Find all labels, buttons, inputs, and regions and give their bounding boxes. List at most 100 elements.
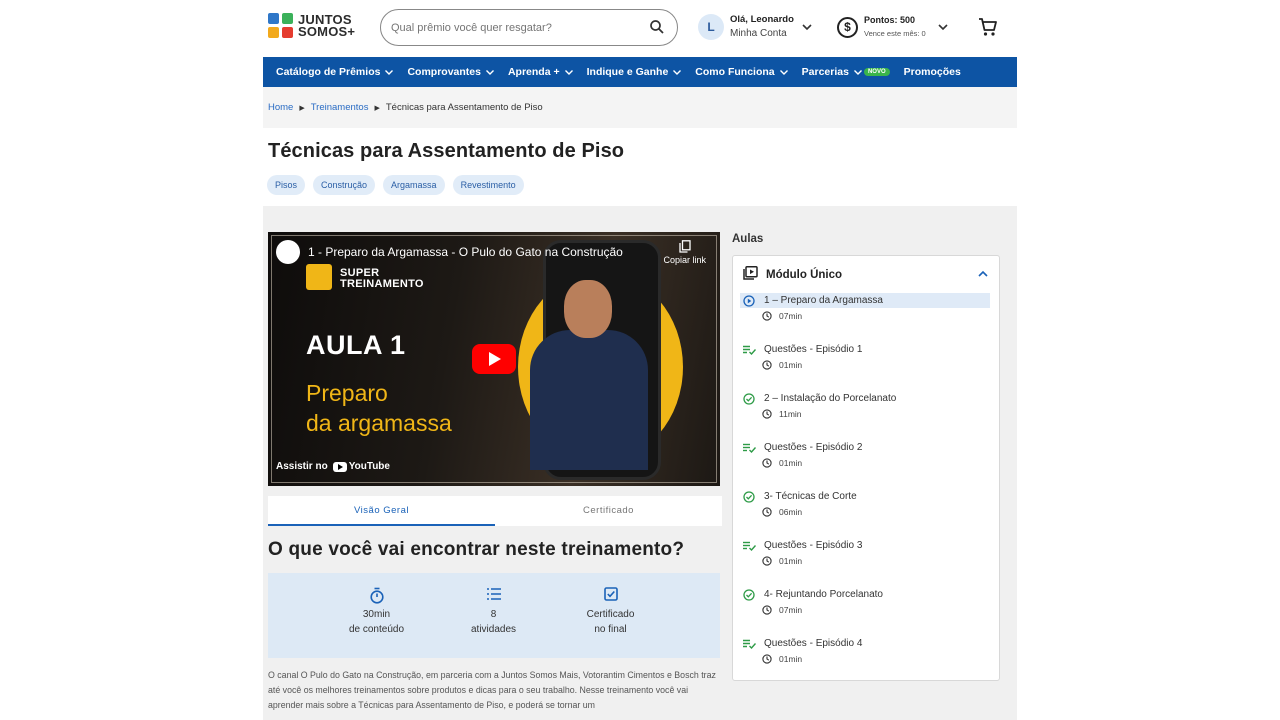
points-expiry: Vence este mês: 0 [864, 29, 926, 38]
stat-activities: 8 atividades [435, 573, 552, 658]
tag-pisos[interactable]: Pisos [267, 175, 306, 195]
play-circle-icon [743, 294, 757, 307]
lesson-title: Questões - Episódio 4 [764, 638, 863, 649]
nav-item-comprovantes[interactable]: Comprovantes [407, 66, 494, 78]
lesson-duration-row: 07min [740, 311, 990, 321]
stat-duration-value: 30min [362, 609, 391, 620]
logo-text: JUNTOS SOMOS+ [298, 13, 355, 38]
video-title[interactable]: 1 - Preparo da Argamassa - O Pulo do Gat… [308, 245, 623, 259]
coin-icon: $ [837, 16, 858, 38]
stopwatch-icon [318, 587, 435, 605]
points-label: Pontos: 500 [864, 15, 916, 25]
play-button-icon[interactable] [472, 344, 516, 374]
clock-icon [762, 409, 772, 419]
user-menu[interactable]: L Olá, Leonardo Minha Conta [698, 13, 812, 41]
chevron-up-icon[interactable] [978, 268, 988, 280]
cart-icon[interactable] [978, 17, 998, 42]
lesson-duration-row: 06min [740, 507, 990, 517]
tag-revestimento[interactable]: Revestimento [452, 175, 524, 195]
lesson-duration: 01min [779, 360, 803, 370]
lesson-duration: 07min [779, 605, 803, 615]
lesson-duration-row: 11min [740, 409, 990, 419]
greeting: Olá, Leonardo [730, 14, 794, 25]
tag-argamassa[interactable]: Argamassa [383, 175, 445, 195]
lesson-title-row: Questões - Episódio 4 [740, 636, 990, 651]
stat-certificate-value: Certificado [586, 609, 635, 620]
nav-item-parcerias[interactable]: Parcerias NOVO [802, 66, 890, 78]
search-icon[interactable] [649, 19, 665, 40]
main-nav: Catálogo de Prêmios Comprovantes Aprenda… [263, 57, 1017, 87]
stat-certificate: Certificado no final [552, 573, 669, 658]
watch-on-label: Assistir no [276, 461, 328, 472]
account-label: Minha Conta [730, 28, 787, 39]
module-header[interactable]: Módulo Único [743, 266, 988, 283]
nav-item-catalogo[interactable]: Catálogo de Prêmios [276, 66, 394, 78]
lesson-duration: 01min [779, 458, 803, 468]
breadcrumb-home[interactable]: Home [268, 102, 293, 113]
chevron-down-icon [779, 66, 788, 78]
nav-label: Como Funciona [695, 66, 775, 78]
search-input[interactable] [391, 21, 641, 34]
clock-icon [762, 654, 772, 664]
chevron-down-icon [802, 18, 812, 36]
stat-duration: 30min de conteúdo [318, 573, 435, 658]
lesson-sub-line1: Preparo [306, 380, 388, 406]
nav-item-indique[interactable]: Indique e Ganhe [587, 66, 682, 78]
brand-line2: TREINAMENTO [340, 278, 424, 290]
lesson-item[interactable]: Questões - Episódio 4 01min [740, 636, 990, 680]
lesson-item[interactable]: Questões - Episódio 2 01min [740, 440, 990, 484]
chevron-down-icon [853, 66, 862, 78]
nav-item-aprenda[interactable]: Aprenda + [508, 66, 573, 78]
lesson-title: Questões - Episódio 2 [764, 442, 863, 453]
lesson-item[interactable]: 2 – Instalação do Porcelanato 11min [740, 391, 990, 435]
stat-certificate-label: no final [594, 624, 627, 635]
watch-on-youtube-link[interactable]: Assistir no YouTube [276, 461, 390, 472]
nav-item-como-funciona[interactable]: Como Funciona [695, 66, 788, 78]
stats-box: 30min de conteúdo 8 atividades Certifica… [268, 573, 720, 658]
breadcrumb: Home ▶ Treinamentos ▶ Técnicas para Asse… [263, 87, 1017, 128]
check-circle-icon [743, 588, 757, 601]
lesson-duration-row: 01min [740, 654, 990, 664]
lesson-item[interactable]: 1 – Preparo da Argamassa 07min [740, 293, 990, 337]
clock-icon [762, 311, 772, 321]
chevron-down-icon [485, 66, 494, 78]
points-text: Pontos: 500 Vence este mês: 0 [864, 13, 926, 41]
check-circle-icon [743, 490, 757, 503]
video-player[interactable]: 1 - Preparo da Argamassa - O Pulo do Gat… [268, 232, 720, 486]
lesson-item[interactable]: 4- Rejuntando Porcelanato 07min [740, 587, 990, 631]
nav-label: Catálogo de Prêmios [276, 66, 381, 78]
youtube-icon [332, 461, 347, 472]
channel-avatar-icon[interactable] [276, 240, 300, 264]
nav-item-promocoes[interactable]: Promoções [904, 66, 961, 78]
tab-certificado[interactable]: Certificado [495, 496, 722, 526]
checkbox-icon [552, 587, 669, 605]
main-content: 1 - Preparo da Argamassa - O Pulo do Gat… [263, 206, 1017, 720]
lesson-duration: 11min [779, 409, 802, 419]
playlist-check-icon [743, 639, 757, 649]
points-menu[interactable]: $ Pontos: 500 Vence este mês: 0 [837, 13, 948, 41]
clock-icon [762, 458, 772, 468]
lesson-title: 4- Rejuntando Porcelanato [764, 589, 883, 600]
lesson-item[interactable]: 3- Técnicas de Corte 06min [740, 489, 990, 533]
nav-label: Promoções [903, 66, 961, 78]
youtube-logo: YouTube [332, 461, 390, 472]
copy-link-button[interactable]: Copiar link [663, 240, 706, 265]
lesson-item[interactable]: Questões - Episódio 1 01min [740, 342, 990, 386]
clock-icon [762, 605, 772, 615]
video-library-icon [743, 266, 758, 283]
tag-construcao[interactable]: Construção [313, 175, 376, 195]
logo-mark-icon [268, 13, 294, 39]
new-badge: NOVO [863, 68, 890, 76]
header: JUNTOS SOMOS+ L Olá, Leonardo Minha Cont… [263, 0, 1017, 57]
overview-heading: O que você vai encontrar neste treinamen… [268, 539, 685, 560]
copy-link-label: Copiar link [663, 255, 706, 265]
breadcrumb-separator-icon: ▶ [299, 104, 305, 112]
logo[interactable]: JUNTOS SOMOS+ [268, 13, 355, 39]
lesson-item[interactable]: Questões - Episódio 3 01min [740, 538, 990, 582]
super-treinamento-logo-icon [306, 264, 332, 290]
lesson-title-row: Questões - Episódio 3 [740, 538, 990, 553]
breadcrumb-treinamentos[interactable]: Treinamentos [311, 102, 369, 113]
tab-visao-geral[interactable]: Visão Geral [268, 496, 495, 526]
playlist-check-icon [743, 541, 757, 551]
playlist-check-icon [743, 443, 757, 453]
